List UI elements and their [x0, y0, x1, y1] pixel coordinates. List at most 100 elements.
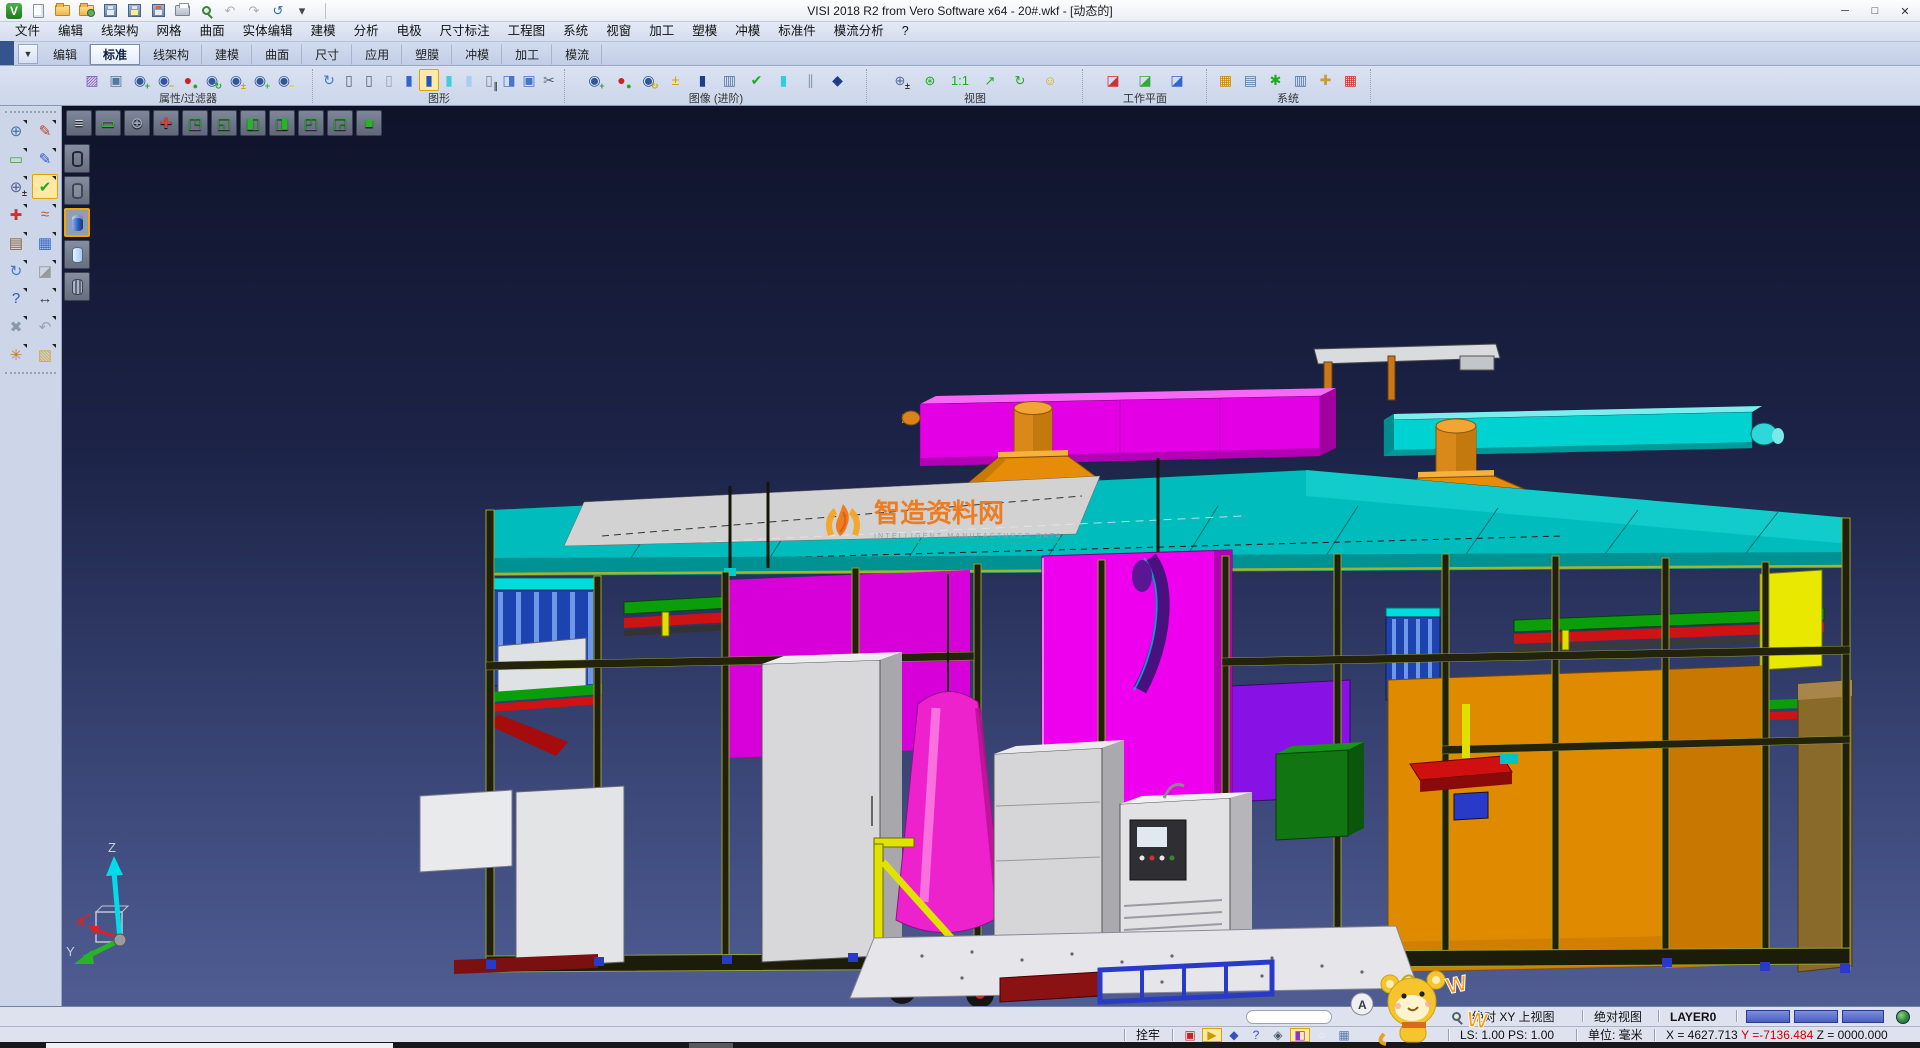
status-package-icon[interactable]: ◈: [1268, 1028, 1288, 1042]
window-config-icon[interactable]: ▥: [1290, 69, 1312, 91]
wireframe-mode-icon[interactable]: ▯: [339, 69, 359, 91]
confirm-check-icon[interactable]: ✔: [32, 174, 58, 199]
status-layer[interactable]: LAYER0: [1670, 1007, 1716, 1026]
delete-trash-icon[interactable]: ✖: [3, 314, 29, 339]
view-left-button[interactable]: ◧: [240, 110, 266, 136]
tab-surface[interactable]: 曲面: [252, 44, 302, 65]
cyan-solid-icon[interactable]: ▮: [773, 69, 795, 91]
rotate-view-icon[interactable]: ↻: [1009, 69, 1031, 91]
toolbar-drag-handle[interactable]: [5, 111, 56, 113]
new-file-button[interactable]: [28, 2, 48, 20]
shaded-edges-icon[interactable]: ▮: [419, 69, 439, 91]
menu-solid-edit[interactable]: 实体编辑: [234, 22, 302, 41]
invert-visibility-icon[interactable]: ◉±: [225, 69, 247, 91]
selection-filter-icon[interactable]: ●●: [177, 69, 199, 91]
shade-solid-button[interactable]: [64, 208, 90, 237]
history-button[interactable]: ↺: [268, 2, 288, 20]
view-back-button[interactable]: ◲: [327, 110, 353, 136]
shade-transparent-button[interactable]: [64, 240, 90, 269]
hidden-line-icon[interactable]: ▯: [359, 69, 379, 91]
menu-die[interactable]: 冲模: [726, 22, 769, 41]
menu-window[interactable]: 视窗: [597, 22, 640, 41]
globe-icon[interactable]: [1896, 1007, 1910, 1026]
open-file-button[interactable]: [52, 2, 72, 20]
edit-attributes-icon[interactable]: ▨: [81, 69, 103, 91]
hidden-dashed-icon[interactable]: ▯: [379, 69, 399, 91]
sync-refresh-icon[interactable]: ↻: [3, 258, 29, 283]
menu-analysis[interactable]: 分析: [345, 22, 388, 41]
menu-standard-parts[interactable]: 标准件: [769, 22, 825, 41]
menu-mould[interactable]: 塑模: [683, 22, 726, 41]
menu-modeling[interactable]: 建模: [302, 22, 345, 41]
tab-dimension[interactable]: 尺寸: [302, 44, 352, 65]
status-ink-icon[interactable]: ◆: [1224, 1028, 1244, 1042]
save-button[interactable]: [100, 2, 120, 20]
menu-edit[interactable]: 编辑: [49, 22, 92, 41]
show-all-icon[interactable]: ◉+: [249, 69, 271, 91]
status-lock-label[interactable]: 拴牢: [1136, 1027, 1160, 1042]
visi-logo[interactable]: V: [4, 2, 24, 20]
print-button[interactable]: [172, 2, 192, 20]
zoom-view-button[interactable]: ⊕: [124, 110, 150, 136]
scale-1to1-icon[interactable]: 1:1: [949, 69, 971, 91]
color-swatch-3[interactable]: [1842, 1010, 1884, 1023]
view-eye-icon[interactable]: ☺: [1039, 69, 1061, 91]
close-button[interactable]: ✕: [1890, 0, 1920, 22]
status-view-mode[interactable]: 绝对 XY 上视图: [1472, 1007, 1554, 1026]
paste-folder-icon[interactable]: ▧: [32, 342, 58, 367]
helm-wheel-icon[interactable]: ✳: [3, 342, 29, 367]
menu-system[interactable]: 系统: [554, 22, 597, 41]
status-help-icon[interactable]: ?: [1246, 1028, 1266, 1042]
tab-die[interactable]: 冲模: [452, 44, 502, 65]
maximize-button[interactable]: □: [1860, 0, 1890, 22]
save-as-button[interactable]: [124, 2, 144, 20]
shaded-mode-icon[interactable]: ▮: [399, 69, 419, 91]
status-notes-icon[interactable]: ▣: [1180, 1028, 1200, 1042]
tab-dropdown-button[interactable]: ▼: [18, 44, 38, 64]
zoom-dynamic-icon[interactable]: ⊕±: [3, 174, 29, 199]
sketch-pencil-icon[interactable]: ✎: [32, 146, 58, 171]
menu-machining[interactable]: 加工: [640, 22, 683, 41]
select-frame-icon[interactable]: ▭: [3, 146, 29, 171]
menu-mesh[interactable]: 网格: [148, 22, 191, 41]
layer-bar-icon[interactable]: ▮: [692, 69, 714, 91]
tab-apply[interactable]: 应用: [352, 44, 402, 65]
clip-plane-icon[interactable]: ∥: [800, 69, 822, 91]
zoom-extents-icon[interactable]: ⊛: [919, 69, 941, 91]
color-swatch-1[interactable]: [1746, 1010, 1790, 1023]
cut-section-icon[interactable]: ✂: [539, 69, 559, 91]
curve-edit-icon[interactable]: ≈: [32, 202, 58, 227]
shade-textured-button[interactable]: [64, 272, 90, 301]
save-all-button[interactable]: [148, 2, 168, 20]
status-window-icon[interactable]: ▦: [1334, 1028, 1354, 1042]
hide-all-icon[interactable]: ◉−: [273, 69, 295, 91]
qa-separator[interactable]: │: [316, 2, 336, 20]
solid-cube-icon[interactable]: ◪: [32, 258, 58, 283]
zoom-icon[interactable]: ⊕±: [889, 69, 911, 91]
adv-filter-icon[interactable]: ●●: [611, 69, 633, 91]
redo-button[interactable]: ↷: [244, 2, 264, 20]
zoom-window-icon[interactable]: ⊕: [3, 118, 29, 143]
show-entity-icon[interactable]: ◉+: [129, 69, 151, 91]
menu-wireframe[interactable]: 线架构: [92, 22, 148, 41]
workplane-main-icon[interactable]: ◪: [1102, 69, 1124, 91]
half-section-icon[interactable]: ◨: [499, 69, 519, 91]
view-right-button[interactable]: ◨: [269, 110, 295, 136]
snap-select-icon[interactable]: ✚: [1315, 69, 1337, 91]
workplane-align-icon[interactable]: ◪: [1166, 69, 1188, 91]
layer-striped-icon[interactable]: ▥: [719, 69, 741, 91]
print-preview-button[interactable]: [196, 2, 216, 20]
shade-wireframe-button[interactable]: [64, 144, 90, 173]
adv-show-icon[interactable]: ◉+: [584, 69, 606, 91]
undo-button[interactable]: ↶: [220, 2, 240, 20]
menu-electrode[interactable]: 电极: [388, 22, 431, 41]
shade-hidden-button[interactable]: [64, 176, 90, 205]
axis-origin-button[interactable]: ✚: [153, 110, 179, 136]
toolbar-drag-handle[interactable]: [5, 372, 56, 374]
color-palette-icon[interactable]: ▦: [1215, 69, 1237, 91]
shield-view-icon[interactable]: ◆: [827, 69, 849, 91]
view-iso-button[interactable]: ■: [356, 110, 382, 136]
menu-surface[interactable]: 曲面: [191, 22, 234, 41]
menu-flow-analysis[interactable]: 模流分析: [825, 22, 893, 41]
minimize-button[interactable]: ─: [1830, 0, 1860, 22]
